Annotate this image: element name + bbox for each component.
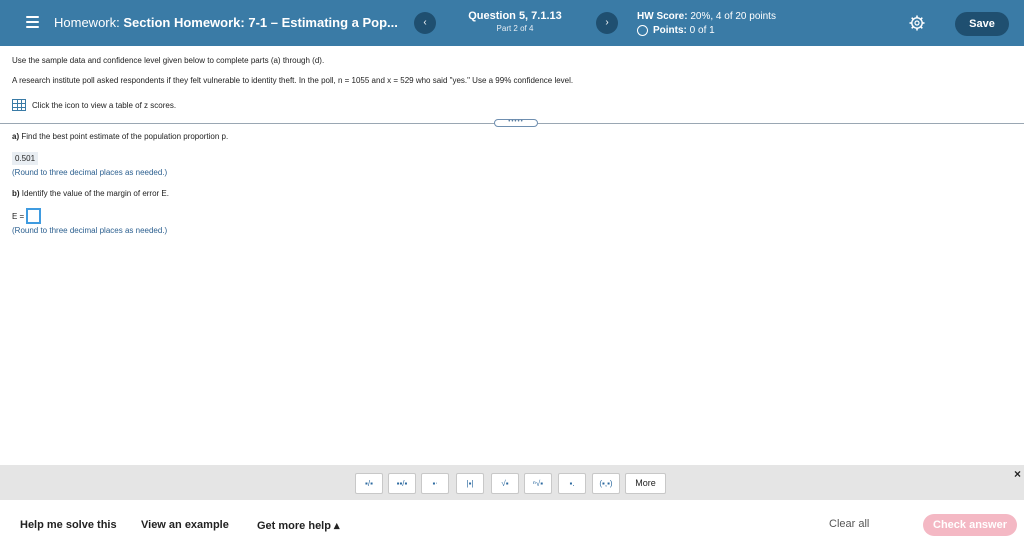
z-table-link[interactable]: Click the icon to view a table of z scor…	[12, 99, 176, 111]
hw-score-value: 20%, 4 of 20 points	[690, 11, 776, 22]
math-toolbar: ▪/▪ ▪▪/▪ ▪ᐧ |▪| √▪ ⁿ√▪ ▪. (▪,▪) More ×	[0, 465, 1024, 500]
part-b-text: Identify the value of the margin of erro…	[21, 189, 169, 198]
exponent-button[interactable]: ▪ᐧ	[421, 473, 449, 494]
part-b-question: b) Identify the value of the margin of e…	[12, 189, 169, 198]
view-example-link[interactable]: View an example	[141, 519, 229, 531]
question-info: Question 5, 7.1.13 Part 2 of 4	[445, 10, 585, 33]
more-tools-button[interactable]: More	[625, 473, 666, 494]
top-header: Homework: Section Homework: 7-1 – Estima…	[0, 0, 1024, 46]
chevron-right-icon: ›	[605, 17, 609, 28]
points: Points: 0 of 1	[637, 25, 776, 36]
part-b-label: b)	[12, 189, 20, 198]
points-value: 0 of 1	[689, 25, 715, 36]
part-a-text: Find the best point estimate of the popu…	[21, 132, 229, 141]
mixed-number-button[interactable]: ▪▪/▪	[388, 473, 416, 494]
square-root-button[interactable]: √▪	[491, 473, 519, 494]
instructions-text: Use the sample data and confidence level…	[12, 56, 325, 65]
decimal-button[interactable]: ▪.	[558, 473, 586, 494]
absolute-value-button[interactable]: |▪|	[456, 473, 484, 494]
e-label: E =	[12, 211, 25, 221]
close-toolbar-icon[interactable]: ×	[1014, 467, 1021, 481]
progress-circle-icon	[637, 25, 648, 36]
homework-title-prefix: Homework:	[54, 15, 120, 30]
nth-root-button[interactable]: ⁿ√▪	[524, 473, 552, 494]
problem-statement: A research institute poll asked responde…	[12, 76, 574, 85]
part-a-question: a) Find the best point estimate of the p…	[12, 132, 228, 141]
homework-title-main: Section Homework: 7-1 – Estimating a Pop…	[123, 15, 398, 30]
z-table-link-text: Click the icon to view a table of z scor…	[32, 100, 177, 110]
question-title: Question 5, 7.1.13	[468, 10, 562, 22]
menu-icon[interactable]	[26, 16, 39, 28]
previous-question-button[interactable]: ‹	[414, 12, 436, 34]
hw-score: HW Score: 20%, 4 of 20 points	[637, 11, 776, 22]
margin-of-error-row: E =	[12, 208, 42, 224]
part-a-hint: (Round to three decimal places as needed…	[12, 168, 168, 177]
part-b-hint: (Round to three decimal places as needed…	[12, 226, 168, 235]
get-more-help-link[interactable]: Get more help ▴	[257, 519, 340, 532]
hw-score-label: HW Score:	[637, 11, 688, 22]
next-question-button[interactable]: ›	[596, 12, 618, 34]
settings-gear-icon[interactable]	[909, 15, 925, 31]
question-part: Part 2 of 4	[496, 24, 534, 33]
divider-drag-handle[interactable]: •••••	[494, 119, 538, 127]
ordered-pair-button[interactable]: (▪,▪)	[592, 473, 620, 494]
save-button[interactable]: Save	[955, 12, 1009, 36]
part-a-answer: 0.501	[12, 152, 39, 165]
margin-of-error-input[interactable]	[26, 208, 42, 224]
table-icon[interactable]	[12, 99, 26, 111]
homework-title: Homework: Section Homework: 7-1 – Estima…	[54, 15, 398, 30]
points-label: Points:	[653, 25, 687, 36]
chevron-left-icon: ‹	[423, 17, 427, 28]
footer-bar: Help me solve this View an example Get m…	[0, 500, 1024, 550]
score-info: HW Score: 20%, 4 of 20 points Points: 0 …	[637, 11, 776, 36]
clear-all-button[interactable]: Clear all	[829, 518, 869, 530]
part-a-label: a)	[12, 132, 20, 141]
help-me-solve-link[interactable]: Help me solve this	[20, 519, 117, 531]
fraction-button[interactable]: ▪/▪	[355, 473, 383, 494]
check-answer-button[interactable]: Check answer	[923, 514, 1017, 536]
